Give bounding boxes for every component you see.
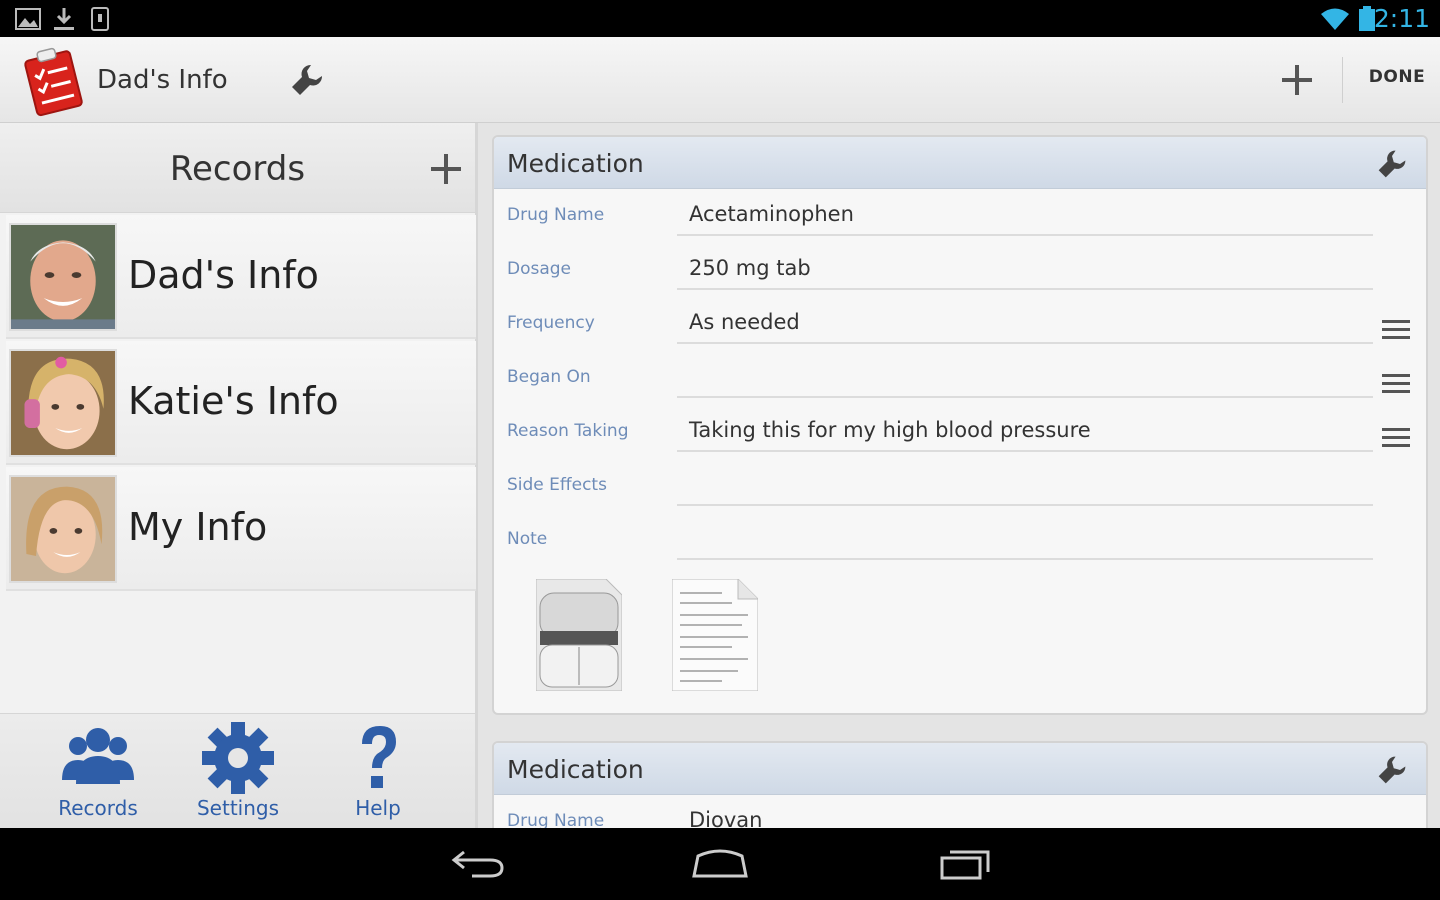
record-item-dads-info[interactable]: Dad's Info: [6, 215, 476, 339]
field-note: Note: [494, 513, 1426, 567]
record-name: My Info: [128, 505, 268, 549]
nav-label: Settings: [196, 796, 280, 820]
done-button[interactable]: DONE: [1362, 67, 1432, 87]
picture-icon: [15, 8, 41, 30]
record-item-katies-info[interactable]: Katie's Info: [6, 341, 476, 465]
frequency-field[interactable]: As needed: [677, 300, 1373, 344]
field-label: Frequency: [507, 313, 595, 333]
field-text: Taking this for my high blood pressure: [689, 418, 1091, 442]
add-icon[interactable]: [1278, 61, 1316, 99]
detail-pane: Medication Drug Name Acetaminophen Dosag…: [478, 123, 1440, 828]
field-label: Side Effects: [507, 475, 607, 495]
recent-apps-icon[interactable]: [936, 846, 996, 882]
record-name: Katie's Info: [128, 379, 339, 423]
action-bar-divider: [1342, 57, 1343, 103]
nav-help-button[interactable]: Help: [308, 722, 448, 828]
medication-card: Medication Drug Name Diovan: [492, 741, 1428, 828]
field-text: Diovan: [689, 808, 763, 828]
card-header: Medication: [494, 743, 1426, 795]
menu-lines-icon[interactable]: [1382, 319, 1412, 341]
home-icon[interactable]: [690, 846, 750, 882]
field-text: As needed: [689, 310, 800, 334]
pill-photo-thumbnail[interactable]: [536, 579, 622, 691]
document-thumbnail[interactable]: [672, 579, 758, 691]
nav-label: Help: [355, 796, 401, 820]
back-icon[interactable]: [448, 846, 508, 882]
field-label: Note: [507, 529, 548, 549]
began-on-field[interactable]: [677, 354, 1373, 398]
wrench-icon[interactable]: [1376, 754, 1408, 786]
medication-card: Medication Drug Name Acetaminophen Dosag…: [492, 135, 1428, 715]
download-icon: [54, 8, 74, 30]
people-icon: [62, 728, 134, 784]
field-side-effects: Side Effects: [494, 459, 1426, 513]
record-name: Dad's Info: [128, 253, 319, 297]
field-drug-name: Drug Name Diovan: [494, 795, 1426, 828]
status-time: 2:11: [1373, 4, 1430, 33]
field-text: Acetaminophen: [689, 202, 854, 226]
field-label: Drug Name: [507, 811, 605, 828]
nav-records-button[interactable]: Records: [28, 722, 168, 828]
action-bar: Dad's Info DONE: [0, 37, 1440, 123]
avatar: [9, 223, 117, 331]
field-label: Reason Taking: [507, 421, 629, 441]
field-text: 250 mg tab: [689, 256, 811, 280]
menu-lines-icon[interactable]: [1382, 427, 1412, 449]
menu-lines-icon[interactable]: [1382, 373, 1412, 395]
system-nav-bar: [0, 828, 1440, 900]
drug-name-field[interactable]: Diovan: [677, 798, 1373, 828]
wifi-icon: [1321, 8, 1349, 30]
records-title: Records: [169, 149, 306, 189]
field-dosage: Dosage 250 mg tab: [494, 243, 1426, 297]
nav-label: Records: [58, 796, 138, 820]
field-reason-taking: Reason Taking Taking this for my high bl…: [494, 405, 1426, 459]
field-label: Drug Name: [507, 205, 605, 225]
add-record-icon[interactable]: [428, 151, 464, 187]
card-title: Medication: [507, 755, 644, 784]
status-bar: 2:11: [0, 0, 1440, 37]
records-pane: Records Dad's Info Katie's Info My Info …: [0, 123, 478, 828]
field-frequency: Frequency As needed: [494, 297, 1426, 351]
field-drug-name: Drug Name Acetaminophen: [494, 189, 1426, 243]
nav-settings-button[interactable]: Settings: [168, 722, 308, 828]
note-field[interactable]: [677, 516, 1373, 560]
dosage-field[interactable]: 250 mg tab: [677, 246, 1373, 290]
drug-name-field[interactable]: Acetaminophen: [677, 192, 1373, 236]
side-effects-field[interactable]: [677, 462, 1373, 506]
wrench-icon[interactable]: [1376, 148, 1408, 180]
bottom-nav: Records Settings Help: [0, 713, 475, 828]
avatar: [9, 349, 117, 457]
card-header: Medication: [494, 137, 1426, 189]
record-item-my-info[interactable]: My Info: [6, 467, 476, 591]
records-header: Records: [0, 123, 475, 213]
wrench-icon[interactable]: [289, 62, 325, 98]
gear-icon: [202, 722, 274, 794]
card-title: Medication: [507, 149, 644, 178]
action-bar-title: Dad's Info: [97, 65, 228, 95]
question-icon: [362, 726, 396, 788]
reason-taking-field[interactable]: Taking this for my high blood pressure: [677, 408, 1373, 452]
field-began-on: Began On: [494, 351, 1426, 405]
field-label: Began On: [507, 367, 591, 387]
phone-icon: [91, 7, 109, 31]
app-logo-icon[interactable]: [20, 45, 88, 117]
field-label: Dosage: [507, 259, 572, 279]
avatar: [9, 475, 117, 583]
app-screen: 2:11 Dad's Info DONE Records Dad's Info …: [0, 0, 1440, 900]
